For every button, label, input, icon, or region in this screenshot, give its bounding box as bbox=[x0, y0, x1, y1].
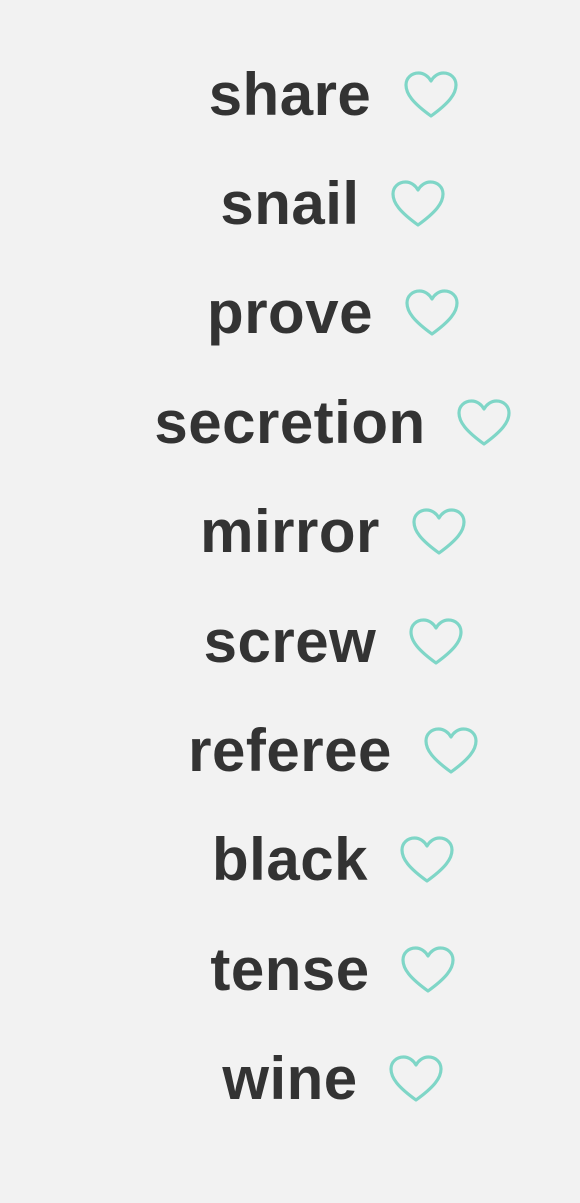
word-label: prove bbox=[207, 279, 373, 347]
word-list-item: referee bbox=[0, 696, 580, 805]
heart-icon[interactable] bbox=[403, 287, 461, 339]
word-label: tense bbox=[210, 935, 370, 1003]
heart-icon[interactable] bbox=[387, 1053, 445, 1105]
heart-icon[interactable] bbox=[422, 725, 480, 777]
heart-icon[interactable] bbox=[410, 506, 468, 558]
word-label: wine bbox=[222, 1045, 358, 1113]
word-label: mirror bbox=[200, 498, 380, 566]
word-list-item: screw bbox=[0, 587, 580, 696]
word-label: secretion bbox=[154, 388, 426, 456]
word-label: snail bbox=[220, 170, 360, 238]
word-label: referee bbox=[188, 717, 392, 785]
word-list-item: share bbox=[0, 40, 580, 149]
word-list-item: secretion bbox=[0, 368, 580, 477]
heart-icon[interactable] bbox=[455, 397, 513, 449]
word-list-item: tense bbox=[0, 915, 580, 1024]
heart-icon[interactable] bbox=[399, 944, 457, 996]
word-list: share snail prove secretion mirror screw… bbox=[0, 40, 580, 1134]
word-label: share bbox=[208, 60, 372, 128]
heart-icon[interactable] bbox=[389, 178, 447, 230]
word-list-item: black bbox=[0, 806, 580, 915]
word-label: screw bbox=[203, 607, 377, 675]
word-list-item: snail bbox=[0, 149, 580, 258]
word-list-item: prove bbox=[0, 259, 580, 368]
heart-icon[interactable] bbox=[402, 69, 460, 121]
heart-icon[interactable] bbox=[407, 616, 465, 668]
word-list-item: mirror bbox=[0, 478, 580, 587]
word-list-item: wine bbox=[0, 1025, 580, 1134]
word-label: black bbox=[212, 826, 368, 894]
heart-icon[interactable] bbox=[398, 834, 456, 886]
